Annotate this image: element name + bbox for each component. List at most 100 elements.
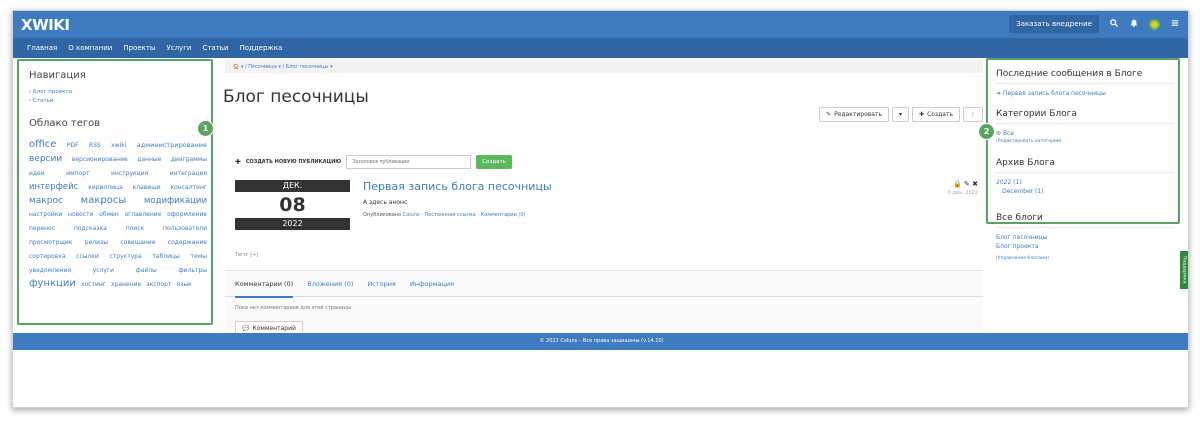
tag-cloud-item[interactable]: хостинг <box>81 281 106 288</box>
tag-cloud-item[interactable]: макрос <box>29 196 63 206</box>
tag-cloud-item[interactable]: темы <box>191 253 207 260</box>
tag-cloud-item[interactable]: функции <box>29 278 76 289</box>
menu-icon[interactable] <box>1170 19 1180 30</box>
tag-cloud-item[interactable]: обмен <box>99 211 119 218</box>
tab-information[interactable]: Информация <box>410 280 454 288</box>
tag-cloud-item[interactable]: идеи <box>29 170 45 177</box>
tag-cloud-item[interactable]: перенос <box>29 225 55 232</box>
breadcrumb[interactable]: 🏠 ▾ / Песочница ▾ / Блог песочницы ▾ <box>225 60 983 73</box>
tag-cloud-item[interactable]: интеграция <box>170 170 207 177</box>
tag-cloud-item[interactable]: RSS <box>89 142 101 149</box>
tags-line[interactable]: Теги: [+] <box>235 252 258 258</box>
manage-blogs-link[interactable]: (Управление блогами) <box>996 256 1174 261</box>
pencil-icon[interactable]: ✎ <box>964 180 970 188</box>
right-sidebar: Последние сообщения в Блоге ➔ Первая зап… <box>996 69 1174 275</box>
close-icon[interactable]: ✖ <box>972 180 978 188</box>
tag-cloud-item[interactable]: фильтры <box>179 267 207 274</box>
all-blogs-title: Все блоги <box>996 213 1174 228</box>
tag-cloud-item[interactable]: импорт <box>66 170 89 177</box>
tab-attachments[interactable]: Вложения (0) <box>307 280 353 288</box>
menu-item-home[interactable]: Главная <box>27 44 57 52</box>
edit-categories-link[interactable]: (Редактировать категории) <box>996 139 1174 144</box>
tag-cloud-item[interactable]: таблицы <box>152 253 179 260</box>
main-content: 🏠 ▾ / Песочница ▾ / Блог песочницы ▾ Бло… <box>223 60 983 343</box>
nav-link-project-blog[interactable]: › Блог проекта <box>29 89 203 95</box>
post-title-link[interactable]: Первая запись блога песочницы <box>363 180 978 193</box>
edit-button[interactable]: ✎ Редактировать <box>819 107 890 122</box>
archive-month-link[interactable]: December (1) <box>1002 188 1174 195</box>
tag-cloud-item[interactable]: совещание <box>120 239 155 246</box>
tag-cloud-item[interactable]: просмотрщик <box>29 239 72 246</box>
support-side-tab[interactable]: Поддержка <box>1180 251 1188 289</box>
tag-cloud-item[interactable]: данные <box>137 156 161 163</box>
tab-history[interactable]: История <box>367 280 395 288</box>
post-permalink[interactable]: Постоянная ссылка <box>424 212 475 218</box>
recent-post-link[interactable]: ➔ Первая запись блога песочницы <box>996 90 1174 97</box>
post-date-block: ДЕК. 08 2022 <box>235 180 350 230</box>
arrow-right-icon: ➔ <box>996 90 1003 97</box>
blog-link-project[interactable]: Блог проекта <box>996 243 1174 250</box>
menu-item-projects[interactable]: Проекты <box>123 44 155 52</box>
tag-cloud-item[interactable]: услуги <box>93 267 114 274</box>
tag-cloud-item[interactable]: администрирование <box>137 141 207 149</box>
tag-cloud-item[interactable]: диаграммы <box>171 156 207 163</box>
lock-icon[interactable]: 🔒 <box>953 180 962 188</box>
navigation-title: Навигация <box>29 70 86 81</box>
tag-cloud: office PDF RSS xwiki администрирование в… <box>29 137 207 290</box>
search-icon[interactable] <box>1109 18 1119 30</box>
tag-cloud-item[interactable]: кириллица <box>88 184 123 191</box>
create-button[interactable]: ✚ Создать <box>912 107 960 122</box>
tag-cloud-item[interactable]: инструкция <box>111 170 148 177</box>
tag-cloud-item[interactable]: консалтинг <box>171 184 208 191</box>
tag-cloud-item[interactable]: интерфейс <box>29 182 78 192</box>
tag-cloud-item[interactable]: экспорт <box>146 281 171 288</box>
tag-cloud-item[interactable]: поиск <box>126 225 144 232</box>
blog-link-sandbox[interactable]: Блог песочницы <box>996 234 1174 241</box>
tag-cloud-item[interactable]: новости <box>68 211 94 218</box>
post-title-input[interactable] <box>346 155 472 169</box>
post-comments-link[interactable]: Комментарии (0) <box>481 212 526 218</box>
edit-dropdown-button[interactable]: ▾ <box>892 107 910 122</box>
user-avatar[interactable] <box>1149 18 1160 30</box>
tag-cloud-item[interactable]: подсказка <box>74 225 107 232</box>
bell-icon[interactable] <box>1129 19 1139 30</box>
more-actions-button[interactable]: ⋮ <box>963 107 983 122</box>
tag-cloud-item[interactable]: оформление <box>167 211 207 218</box>
recent-posts-title: Последние сообщения в Блоге <box>996 69 1174 84</box>
tag-cloud-item[interactable]: ссылки <box>76 253 99 260</box>
nav-link-articles[interactable]: › Статьи <box>29 98 203 104</box>
create-post-button[interactable]: Создать <box>476 155 512 169</box>
archive-year-link[interactable]: 2022 (1) <box>996 179 1174 186</box>
tag-cloud-item[interactable]: xwiki <box>111 142 126 149</box>
tag-cloud-item[interactable]: office <box>29 139 56 150</box>
tag-cloud-item[interactable]: модификации <box>144 196 207 206</box>
post-author-link[interactable]: Coluns <box>403 212 420 218</box>
tag-cloud-item[interactable]: релизы <box>85 239 108 246</box>
tab-comments[interactable]: Комментарии (0) <box>235 280 294 298</box>
tag-cloud-item[interactable]: пользователи <box>163 225 207 232</box>
tag-cloud-item[interactable]: структура <box>109 253 141 260</box>
tag-cloud-item[interactable]: хранение <box>111 281 141 288</box>
menu-item-articles[interactable]: Статьи <box>202 44 228 52</box>
no-comments-text: Пока нет комментариев для этой страницы <box>235 305 351 311</box>
tag-cloud-item[interactable]: язык <box>177 281 192 288</box>
order-implementation-button[interactable]: Заказать внедрение <box>1009 15 1099 33</box>
tag-cloud-item[interactable]: настройки <box>29 211 62 218</box>
menu-item-support[interactable]: Поддержка <box>239 44 282 52</box>
menu-item-services[interactable]: Услуги <box>166 44 191 52</box>
tag-cloud-item[interactable]: макросы <box>81 195 127 206</box>
tag-cloud-item[interactable]: версионирование <box>72 156 128 163</box>
tag-cloud-item[interactable]: сортировка <box>29 253 66 260</box>
tag-cloud-item[interactable]: версии <box>29 154 62 164</box>
tag-cloud-item[interactable]: уведомления <box>29 267 71 274</box>
xwiki-logo[interactable]: XWIKI <box>21 16 70 34</box>
tag-cloud-item[interactable]: файлы <box>136 267 157 274</box>
category-all-link[interactable]: ⊛ Все <box>996 130 1174 137</box>
pencil-icon: ✎ <box>826 111 832 118</box>
tag-cloud-item[interactable]: PDF <box>67 142 79 149</box>
tag-cloud-item[interactable]: оглавление <box>124 211 161 218</box>
tag-cloud-item[interactable]: содержание <box>168 239 207 246</box>
badge-2: 2 <box>978 123 995 140</box>
tag-cloud-item[interactable]: клавиши <box>133 184 161 191</box>
menu-item-about[interactable]: О компании <box>68 44 112 52</box>
